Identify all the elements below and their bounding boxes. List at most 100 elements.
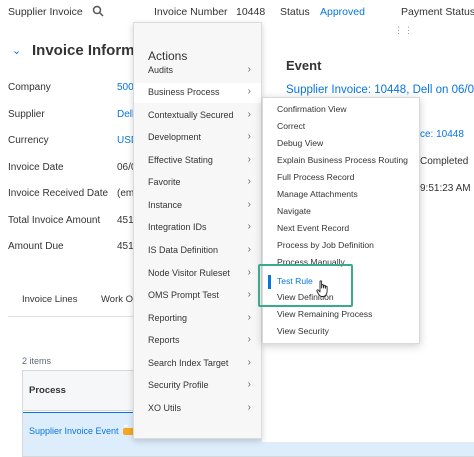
- submenu-item-process-by-job-definition[interactable]: Process by Job Definition: [263, 238, 419, 255]
- submenu-item-next-event-record[interactable]: Next Event Record: [263, 221, 419, 238]
- field-label-invoice-received-date: Invoice Received Date: [8, 188, 109, 199]
- field-label-currency: Currency: [8, 135, 49, 146]
- chevron-right-icon: ›: [247, 176, 251, 187]
- field-value-total-invoice-amount: 451: [117, 215, 134, 226]
- submenu-item-label: Confirmation View: [277, 104, 347, 114]
- hand-pointer-icon: [316, 280, 328, 297]
- submenu-item-correct[interactable]: Correct: [263, 119, 419, 136]
- items-count: 2 items: [22, 356, 52, 366]
- event-partial-status: Completed: [420, 156, 469, 167]
- menu-item-xo-utils[interactable]: XO Utils ›: [134, 399, 261, 419]
- menu-item-security-profile[interactable]: Security Profile ›: [134, 376, 261, 396]
- search-icon[interactable]: [92, 5, 104, 17]
- highlight-annotation: [258, 264, 353, 307]
- submenu-item-view-remaining-process[interactable]: View Remaining Process: [263, 307, 419, 324]
- menu-item-effective-stating[interactable]: Effective Stating ›: [134, 151, 261, 171]
- chevron-right-icon: ›: [247, 379, 251, 390]
- menu-item-label: Node Visitor Ruleset: [148, 268, 230, 278]
- submenu-item-label: Next Event Record: [277, 223, 350, 233]
- chevron-right-icon: ›: [247, 199, 251, 210]
- submenu-item-explain-business-process-routing[interactable]: Explain Business Process Routing: [263, 153, 419, 170]
- menu-item-integration-ids[interactable]: Integration IDs ›: [134, 218, 261, 238]
- chevron-right-icon: ›: [247, 154, 251, 165]
- menu-item-search-index-target[interactable]: Search Index Target ›: [134, 354, 261, 374]
- chevron-right-icon: ›: [247, 244, 251, 255]
- menu-item-favorite[interactable]: Favorite ›: [134, 173, 261, 193]
- chevron-right-icon: ›: [247, 357, 251, 368]
- menu-item-instance[interactable]: Instance ›: [134, 196, 261, 216]
- submenu-item-label: Process by Job Definition: [277, 240, 374, 250]
- drag-handle-icon[interactable]: ⋮⋮: [394, 25, 414, 36]
- submenu-item-label: Manage Attachments: [277, 189, 358, 199]
- section-header[interactable]: ⌄ Invoice Informat: [12, 42, 148, 59]
- menu-item-node-visitor-ruleset[interactable]: Node Visitor Ruleset ›: [134, 264, 261, 284]
- menu-item-reports[interactable]: Reports ›: [134, 331, 261, 351]
- actions-menu: Actions Audits › Business Process › Contextu…: [133, 22, 262, 439]
- field-label-supplier: Supplier: [8, 109, 45, 120]
- status-value[interactable]: Approved: [320, 6, 365, 18]
- event-partial-time: 9:51:23 AM: [420, 183, 471, 194]
- submenu-item-label: Full Process Record: [277, 172, 355, 182]
- menu-item-label: Contextually Secured: [148, 110, 234, 120]
- event-link[interactable]: Supplier Invoice: 10448, Dell on 06/01/: [286, 84, 474, 96]
- chevron-right-icon: ›: [247, 334, 251, 345]
- field-label-amount-due: Amount Due: [8, 241, 64, 252]
- menu-item-reporting[interactable]: Reporting ›: [134, 309, 261, 329]
- chevron-right-icon: ›: [247, 402, 251, 413]
- menu-item-label: Search Index Target: [148, 358, 229, 368]
- event-title: Event: [286, 58, 322, 73]
- field-value-company[interactable]: 500: [117, 82, 134, 93]
- chevron-down-icon[interactable]: ⌄: [12, 44, 21, 57]
- chevron-right-icon: ›: [247, 131, 251, 142]
- menu-item-development[interactable]: Development ›: [134, 128, 261, 148]
- menu-item-label: Reporting: [148, 313, 188, 323]
- field-value-supplier[interactable]: Dell: [117, 109, 134, 120]
- submenu-item-label: View Remaining Process: [277, 309, 373, 319]
- menu-item-label: Business Process: [148, 87, 220, 97]
- menu-item-label: IS Data Definition: [148, 245, 219, 255]
- field-value-amount-due: 451: [117, 241, 134, 252]
- submenu-item-confirmation-view[interactable]: Confirmation View: [263, 102, 419, 119]
- menu-item-audits[interactable]: Audits ›: [134, 61, 261, 81]
- menu-item-label: Instance: [148, 200, 183, 210]
- menu-item-oms-prompt-test[interactable]: OMS Prompt Test ›: [134, 286, 261, 306]
- chevron-right-icon: ›: [247, 109, 251, 120]
- field-value-invoice-received-date: (em: [117, 188, 135, 199]
- chevron-right-icon: ›: [247, 312, 251, 323]
- chevron-right-icon: ›: [247, 221, 251, 232]
- menu-item-label: Audits: [148, 65, 174, 75]
- submenu-item-label: Navigate: [277, 206, 311, 216]
- chevron-right-icon: ›: [247, 86, 251, 97]
- menu-item-is-data-definition[interactable]: IS Data Definition ›: [134, 241, 261, 261]
- field-label-invoice-date: Invoice Date: [8, 162, 64, 173]
- submenu-item-full-process-record[interactable]: Full Process Record: [263, 170, 419, 187]
- menu-item-business-process[interactable]: Business Process ›: [134, 83, 261, 103]
- menu-item-label: OMS Prompt Test: [148, 290, 219, 300]
- menu-item-contextually-secured[interactable]: Contextually Secured ›: [134, 106, 261, 126]
- submenu-item-view-security[interactable]: View Security: [263, 324, 419, 341]
- process-link[interactable]: Supplier Invoice Event: [29, 426, 119, 436]
- submenu-item-manage-attachments[interactable]: Manage Attachments: [263, 187, 419, 204]
- section-title: Invoice Informat: [32, 42, 148, 59]
- submenu-item-navigate[interactable]: Navigate: [263, 204, 419, 221]
- submenu-item-label: Correct: [277, 121, 306, 131]
- invoice-number-label: Invoice Number: [154, 6, 228, 18]
- invoice-number-value: 10448: [236, 6, 266, 18]
- menu-item-label: Favorite: [148, 177, 181, 187]
- menu-item-label: Development: [148, 132, 202, 142]
- status-label: Status: [280, 6, 310, 18]
- payment-status-label: Payment Status: [401, 6, 474, 18]
- submenu-item-debug-view[interactable]: Debug View: [263, 136, 419, 153]
- chevron-right-icon: ›: [247, 289, 251, 300]
- menu-item-label: Effective Stating: [148, 155, 213, 165]
- menu-item-label: XO Utils: [148, 403, 182, 413]
- tab-invoice-lines[interactable]: Invoice Lines: [22, 294, 77, 305]
- column-header-process: Process: [29, 385, 66, 396]
- menu-item-label: Reports: [148, 335, 180, 345]
- event-partial-invoice[interactable]: ce: 10448: [420, 129, 464, 140]
- page-title: Supplier Invoice: [8, 6, 83, 18]
- menu-item-label: Security Profile: [148, 380, 209, 390]
- process-cell[interactable]: Supplier Invoice Event: [29, 424, 135, 436]
- menu-item-label: Integration IDs: [148, 222, 207, 232]
- chevron-right-icon: ›: [247, 64, 251, 75]
